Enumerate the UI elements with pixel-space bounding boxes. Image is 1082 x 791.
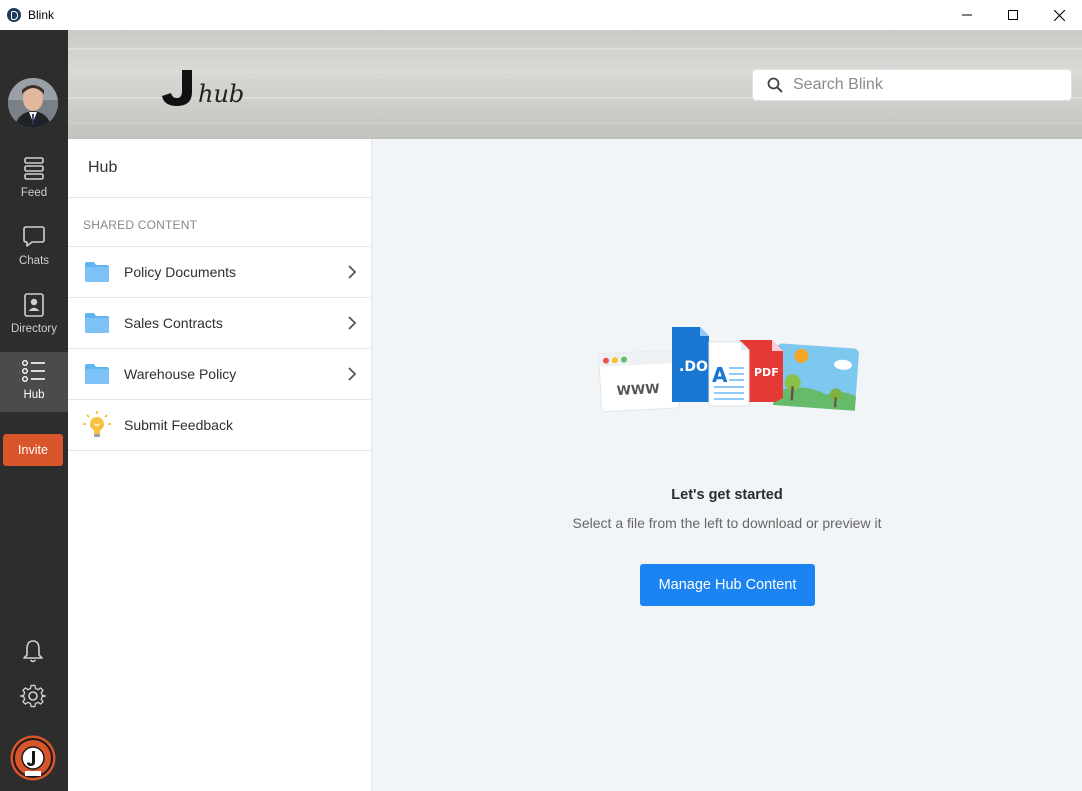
- blink-app-icon: [7, 8, 21, 22]
- manage-hub-content-button[interactable]: Manage Hub Content: [640, 564, 815, 606]
- gear-icon: [20, 684, 46, 708]
- hub-logo: hub: [162, 70, 244, 108]
- maximize-icon: [1008, 10, 1018, 20]
- minimize-icon: [962, 14, 972, 16]
- title-bar: Blink: [0, 0, 1082, 30]
- rail-item-directory[interactable]: Directory: [0, 286, 68, 346]
- rail-label-feed: Feed: [20, 187, 48, 199]
- search-icon: [767, 77, 783, 93]
- rail-item-hub[interactable]: Hub: [0, 352, 68, 412]
- svg-text:A: A: [712, 363, 728, 387]
- left-nav-rail: Feed Chats Directory Hub Invite: [0, 30, 68, 791]
- organization-seal-icon: [10, 735, 56, 781]
- svg-text:PDF: PDF: [754, 366, 779, 379]
- rail-label-directory: Directory: [10, 323, 57, 335]
- list-item-label: Warehouse Policy: [124, 366, 237, 382]
- maximize-button[interactable]: [990, 0, 1036, 30]
- bell-icon: [23, 640, 43, 663]
- panel-title: Hub: [68, 139, 371, 198]
- contact-card-icon: [24, 293, 44, 317]
- organization-logo[interactable]: [10, 735, 56, 781]
- section-label-shared-content: SHARED CONTENT: [68, 198, 371, 247]
- folder-icon: [85, 364, 109, 384]
- rail-label-hub: Hub: [23, 389, 45, 401]
- window-controls: [944, 0, 1082, 30]
- invite-button[interactable]: Invite: [3, 434, 63, 466]
- search-box[interactable]: [752, 69, 1072, 101]
- window-title: Blink: [28, 8, 55, 22]
- folder-icon: [85, 313, 109, 333]
- list-item-policy-documents[interactable]: Policy Documents: [68, 247, 371, 298]
- header-banner: hub: [68, 30, 1082, 139]
- lightbulb-icon: [83, 411, 111, 437]
- list-item-submit-feedback[interactable]: Submit Feedback: [68, 400, 371, 451]
- chevron-right-icon: [348, 367, 357, 381]
- list-item-label: Submit Feedback: [124, 417, 233, 433]
- chevron-right-icon: [348, 316, 357, 330]
- close-button[interactable]: [1036, 0, 1082, 30]
- rail-label-chats: Chats: [18, 255, 50, 267]
- svg-text:WWW: WWW: [616, 382, 660, 399]
- feed-icon: [24, 157, 44, 180]
- list-item-warehouse-policy[interactable]: Warehouse Policy: [68, 349, 371, 400]
- svg-text:hub: hub: [198, 80, 244, 108]
- list-item-label: Policy Documents: [124, 264, 237, 280]
- search-input[interactable]: [793, 76, 1053, 94]
- chevron-right-icon: [348, 265, 357, 279]
- rail-item-chats[interactable]: Chats: [0, 218, 68, 278]
- rail-item-feed[interactable]: Feed: [0, 150, 68, 210]
- list-item-label: Sales Contracts: [124, 315, 223, 331]
- empty-state-title: Let's get started: [671, 487, 783, 503]
- minimize-button[interactable]: [944, 0, 990, 30]
- main-content: WWW .DOC PDF A Let's get started Select …: [372, 139, 1082, 791]
- close-icon: [1053, 9, 1065, 21]
- list-icon: [22, 360, 45, 383]
- list-item-sales-contracts[interactable]: Sales Contracts: [68, 298, 371, 349]
- file-types-illustration: WWW .DOC PDF A: [598, 327, 859, 413]
- settings-button[interactable]: [19, 682, 47, 710]
- avatar-photo: [8, 78, 58, 128]
- empty-state-subtitle: Select a file from the left to download …: [572, 515, 882, 531]
- user-avatar[interactable]: [8, 78, 58, 128]
- notifications-button[interactable]: [19, 637, 47, 665]
- hub-panel: Hub SHARED CONTENT Policy Documents Sale…: [68, 139, 372, 791]
- chat-bubble-icon: [23, 226, 45, 247]
- folder-icon: [85, 262, 109, 282]
